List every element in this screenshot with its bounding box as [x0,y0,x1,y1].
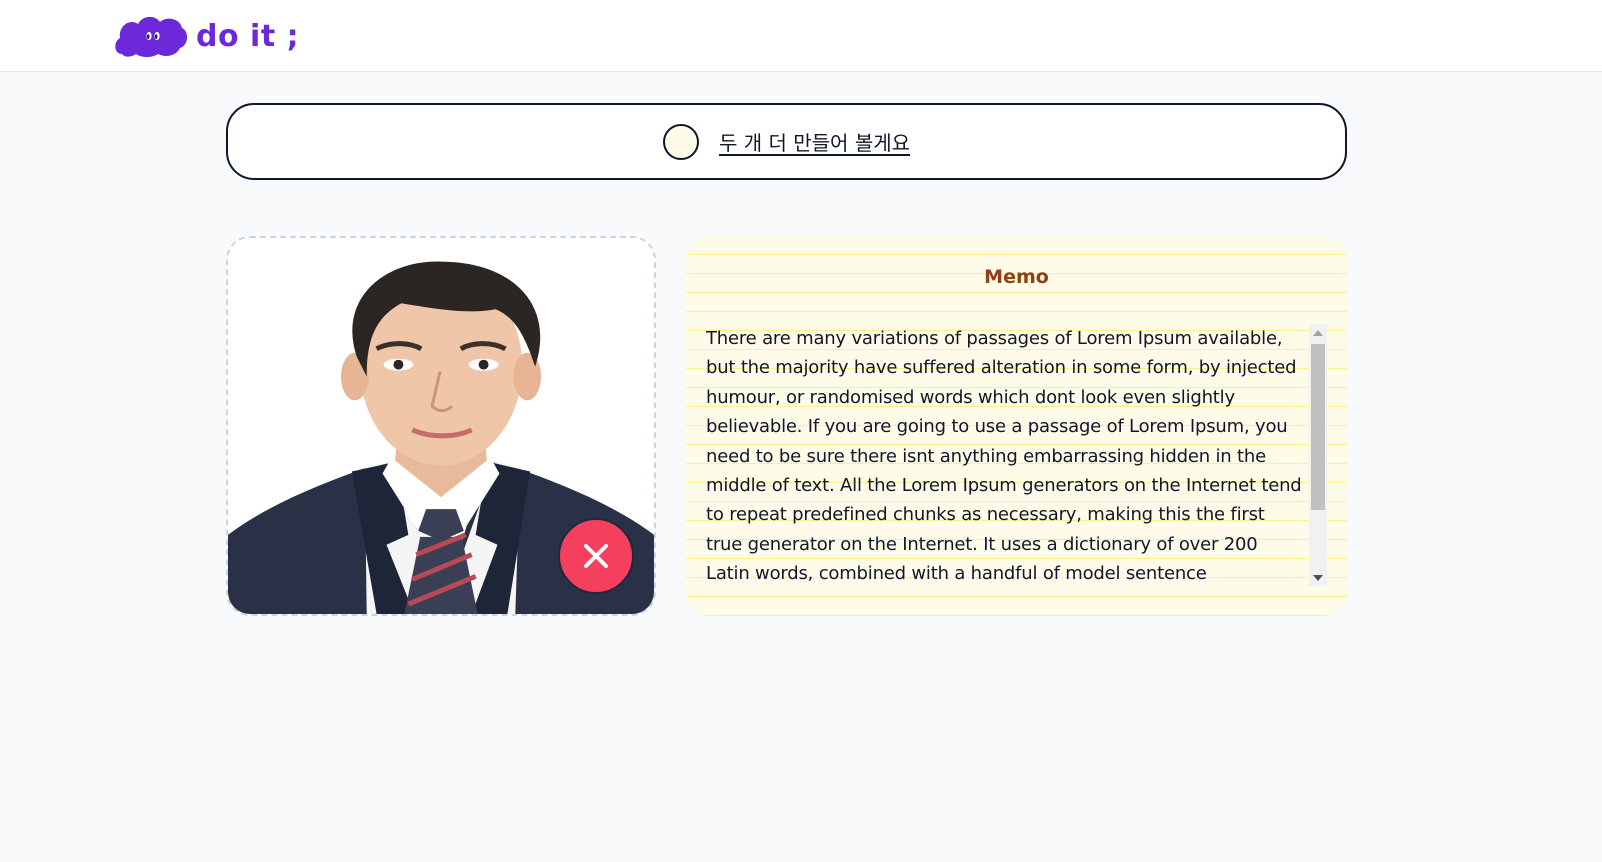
memo-textarea[interactable]: There are many variations of passages of… [706,324,1306,586]
image-card [226,236,656,616]
purple-cloud-icon [115,16,188,57]
scroll-up-arrow-icon[interactable] [1309,324,1327,341]
close-icon [584,544,608,568]
header: do it ; [0,0,1602,72]
scroll-down-arrow-icon[interactable] [1309,569,1327,586]
memo-card: Memo There are many variations of passag… [686,236,1347,616]
todo-title[interactable]: 두 개 더 만들어 볼게요 [719,127,910,156]
delete-image-button[interactable] [558,518,634,594]
scroll-thumb[interactable] [1311,344,1325,510]
memo-title: Memo [984,266,1049,288]
logo[interactable]: do it ; [114,14,299,58]
logo-text: do it ; [196,18,300,54]
memo-scrollbar[interactable] [1309,324,1327,586]
todo-checkbox[interactable] [662,123,699,160]
todo-title-bar: 두 개 더 만들어 볼게요 [226,103,1347,180]
